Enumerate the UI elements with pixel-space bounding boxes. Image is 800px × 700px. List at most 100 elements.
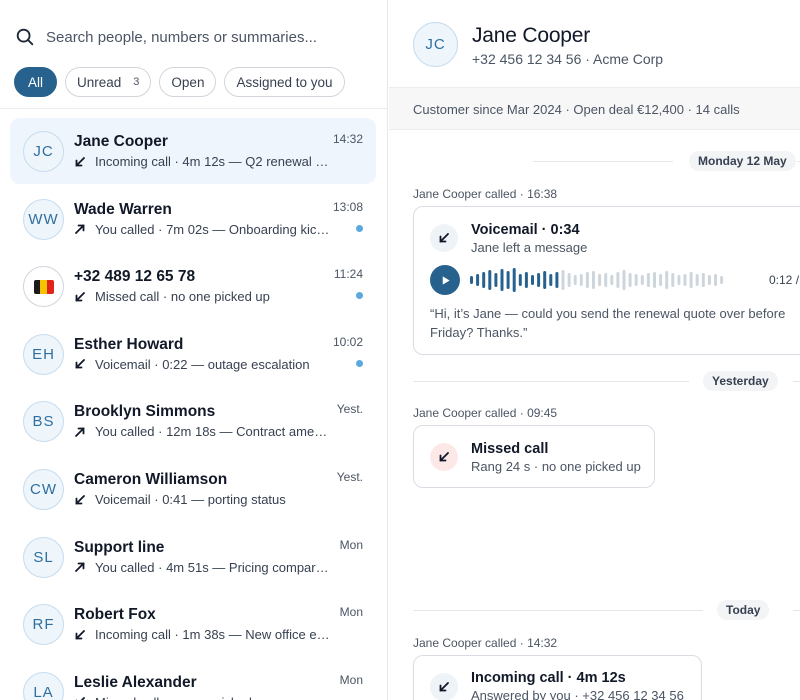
voicemail-title: Voicemail · 0:34 bbox=[471, 222, 580, 238]
conversation-time: Mon bbox=[339, 605, 363, 620]
conversation-summary: You called · 4m 51s — Pricing comparison bbox=[74, 560, 330, 575]
conversation-summary: Voicemail · 0:41 — porting status bbox=[74, 492, 330, 507]
conversation-row[interactable]: JC Jane Cooper 14:32 Incoming call · 4m 12s… bbox=[10, 118, 376, 184]
waveform-bar bbox=[671, 273, 675, 287]
avatar: EH bbox=[23, 333, 64, 375]
outgoing-arrow-icon bbox=[75, 224, 85, 234]
conversation-row[interactable]: LA Leslie Alexander Mon Missed call · no on… bbox=[10, 659, 376, 700]
audio-waveform[interactable] bbox=[470, 266, 730, 294]
waveform-bar bbox=[701, 273, 705, 287]
waveform-bar bbox=[506, 271, 510, 289]
search-input[interactable] bbox=[46, 28, 356, 46]
voicemail-subtitle: Jane left a message bbox=[471, 240, 588, 255]
conversation-list-panel: All Unread 3 Open Assigned to you JC Jane … bbox=[0, 0, 388, 700]
outgoing-arrow-icon bbox=[75, 427, 85, 437]
conversation-row[interactable]: SL Support line Mon You called · 4m 51s — P… bbox=[10, 524, 376, 590]
conversation-name: Cameron Williamson bbox=[74, 471, 228, 488]
waveform-bar bbox=[720, 276, 724, 284]
filter-unread[interactable]: Unread 3 bbox=[65, 67, 152, 97]
conversation-time: 14:32 bbox=[332, 132, 363, 146]
unread-count-badge: 3 bbox=[133, 76, 140, 88]
conversation-time: Mon bbox=[339, 537, 363, 552]
summary-text: Voicemail · 0:41 — porting status bbox=[95, 492, 286, 507]
conversation-row[interactable]: BS Brooklyn Simmons Yest. You called · 12m … bbox=[10, 388, 376, 454]
conversation-summary: Incoming call · 4m 12s — Q2 renewal quot… bbox=[74, 154, 330, 169]
conversation-time: 13:08 bbox=[332, 199, 363, 214]
summary-text: Incoming call · 1m 38s — New office exte… bbox=[95, 627, 330, 643]
missed-call-title: Missed call bbox=[471, 441, 549, 457]
avatar: WW bbox=[23, 198, 64, 240]
waveform-bar bbox=[573, 275, 577, 285]
incoming-call-card: Incoming call · 4m 12s Answered by you ·… bbox=[413, 655, 702, 700]
waveform-bar bbox=[567, 273, 571, 287]
waveform-bar bbox=[677, 275, 681, 285]
waveform-bar bbox=[707, 275, 711, 285]
waveform-bar bbox=[640, 275, 644, 285]
waveform-bar bbox=[634, 274, 638, 286]
conversation-row[interactable]: EH Esther Howard 10:02 Voicemail · 0:22 — o… bbox=[10, 321, 376, 387]
customer-info-bar: Customer since Mar 2024 · Open deal €12,… bbox=[389, 87, 800, 130]
conversation-time: Yest. bbox=[336, 470, 363, 484]
waveform-bar bbox=[482, 272, 486, 288]
incoming-arrow-icon bbox=[75, 359, 85, 369]
conversation-name: Robert Fox bbox=[74, 606, 156, 624]
summary-text: You called · 4m 51s — Pricing comparison bbox=[95, 559, 330, 575]
day-separator: Yesterday bbox=[413, 371, 800, 391]
avatar: CW bbox=[23, 469, 64, 510]
playback-time: 0:12 / 0:34 bbox=[769, 273, 800, 287]
filter-label: Assigned to you bbox=[236, 74, 333, 90]
waveform-bar bbox=[628, 273, 632, 287]
filter-label: Unread bbox=[77, 74, 122, 90]
summary-text: You called · 12m 18s — Contract amendmen… bbox=[95, 424, 330, 440]
summary-text: Missed call · no one picked up bbox=[95, 695, 270, 700]
incoming-arrow-icon bbox=[430, 673, 458, 700]
day-label: Monday 12 May bbox=[689, 151, 796, 171]
incoming-arrow-icon bbox=[75, 156, 85, 166]
conversation-name: Wade Warren bbox=[74, 200, 172, 218]
waveform-bar bbox=[543, 271, 547, 289]
filter-assigned[interactable]: Assigned to you bbox=[224, 67, 345, 97]
conversation-row[interactable]: CW Cameron Williamson Yest. Voicemail · 0:4… bbox=[10, 456, 376, 522]
voicemail-card: Voicemail · 0:34 Jane left a message 0:1… bbox=[413, 206, 800, 355]
conversation-row[interactable]: RF Robert Fox Mon Incoming call · 1m 38s — … bbox=[10, 591, 376, 657]
play-button[interactable] bbox=[430, 265, 460, 295]
filter-all[interactable]: All bbox=[14, 67, 58, 97]
conversation-name: Support line bbox=[74, 538, 165, 556]
search-bar[interactable] bbox=[14, 20, 374, 54]
voicemail-transcript: “Hi, it’s Jane — could you send the rene… bbox=[430, 306, 786, 340]
conversation-summary: You called · 12m 18s — Contract amendmen… bbox=[74, 424, 330, 439]
day-label: Yesterday bbox=[703, 371, 778, 391]
missed-call-card: Missed call Rang 24 s · no one picked up bbox=[413, 425, 655, 488]
call-meta: Jane Cooper called · 09:45 bbox=[413, 406, 558, 420]
waveform-bar bbox=[689, 272, 693, 288]
waveform-bar bbox=[695, 274, 699, 286]
list-divider bbox=[0, 108, 387, 109]
waveform-bar bbox=[616, 272, 620, 288]
conversation-summary: You called · 7m 02s — Onboarding kickoff bbox=[74, 222, 330, 237]
incoming-arrow-icon bbox=[75, 629, 85, 640]
conversation-time: 11:24 bbox=[333, 267, 363, 282]
conversation-time: Mon bbox=[339, 672, 363, 687]
conversation-row[interactable]: WW Wade Warren 13:08 You called · 7m 02s — … bbox=[10, 186, 376, 252]
conversation-name: Leslie Alexander bbox=[74, 673, 197, 691]
waveform-bar bbox=[531, 275, 534, 285]
conversation-row[interactable]: +32 489 12 65 78 11:24 Missed call · no on… bbox=[10, 253, 376, 319]
waveform-bar bbox=[659, 274, 663, 286]
waveform-bar bbox=[470, 276, 473, 284]
waveform-bar bbox=[579, 274, 583, 286]
filter-open[interactable]: Open bbox=[159, 67, 217, 97]
conversation-name: Brooklyn Simmons bbox=[74, 403, 216, 421]
call-meta: Jane Cooper called · 14:32 bbox=[413, 636, 558, 650]
outgoing-arrow-icon bbox=[75, 562, 85, 572]
filter-label: All bbox=[28, 74, 44, 90]
play-icon bbox=[442, 275, 450, 285]
day-separator: Monday 12 May bbox=[413, 151, 800, 171]
summary-text: You called · 7m 02s — Onboarding kickoff bbox=[95, 221, 330, 237]
waveform-bar bbox=[653, 272, 656, 288]
conversation-name: Jane Cooper bbox=[74, 133, 168, 150]
waveform-bar bbox=[518, 274, 522, 286]
contact-name: Jane Cooper bbox=[472, 24, 591, 47]
waveform-bar bbox=[665, 271, 669, 289]
waveform-bar bbox=[555, 272, 559, 288]
contact-avatar[interactable]: JC bbox=[413, 22, 458, 67]
